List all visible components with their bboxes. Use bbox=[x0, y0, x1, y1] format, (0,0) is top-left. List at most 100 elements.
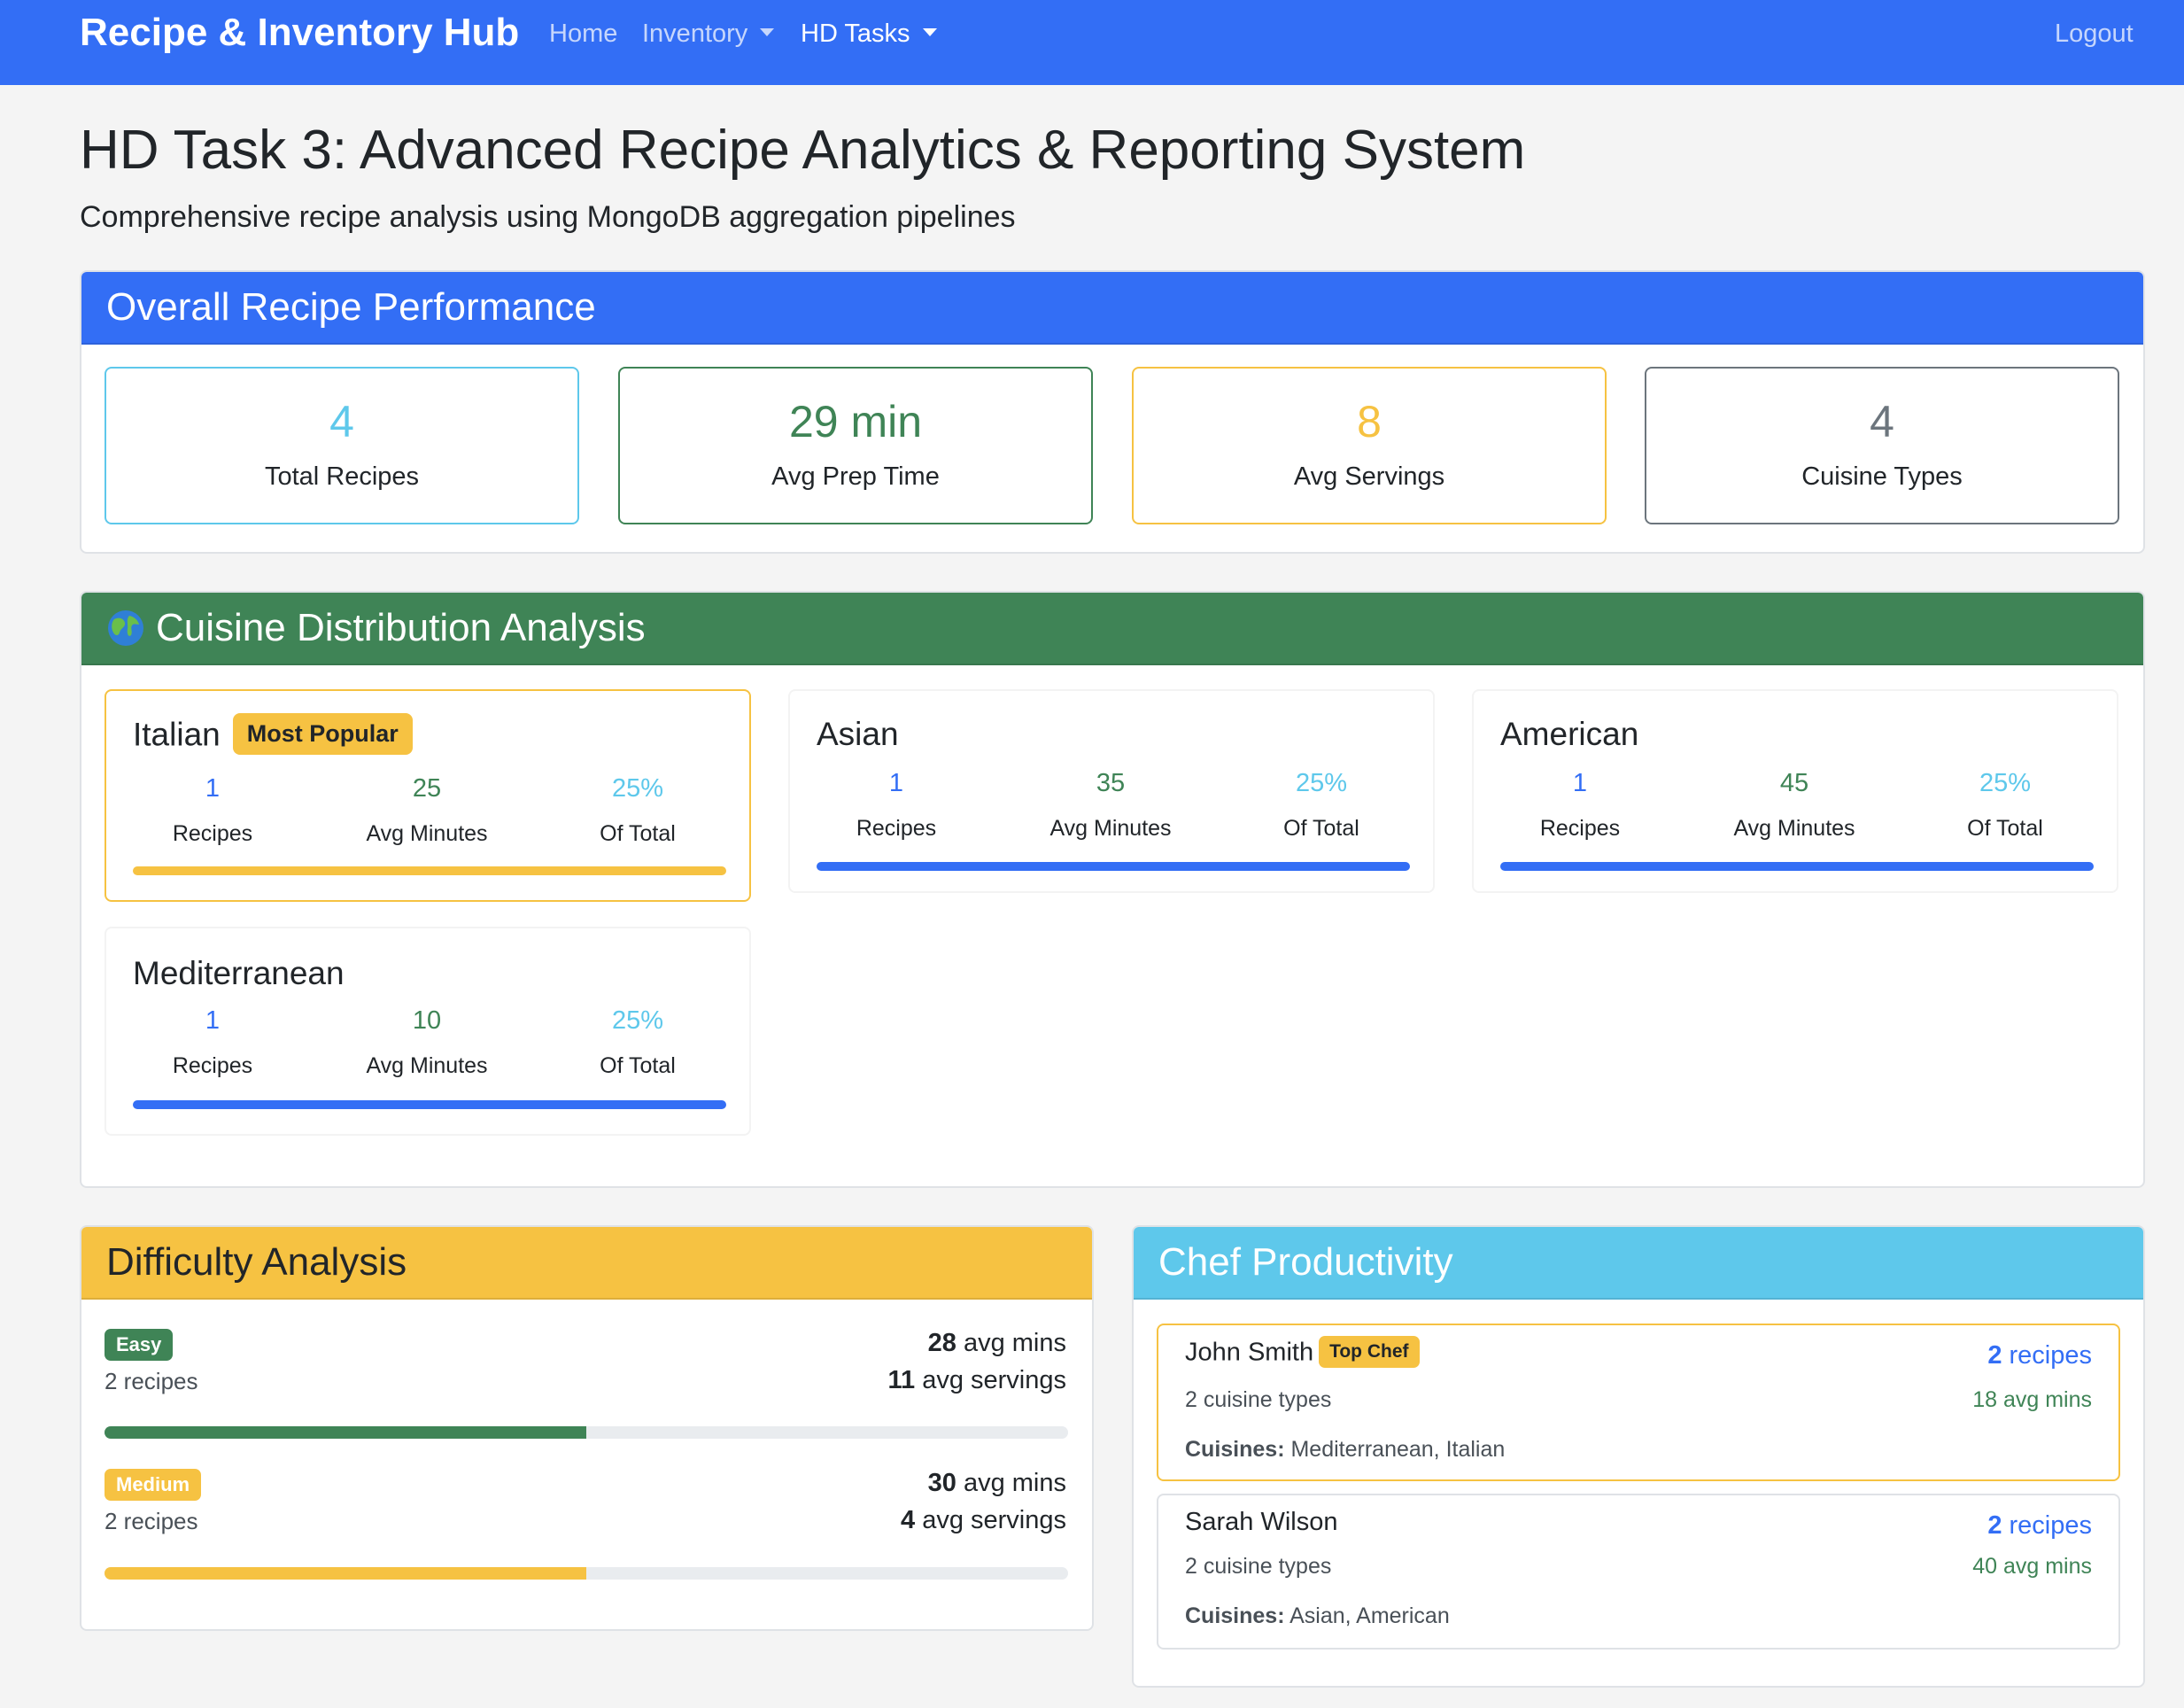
cuisine-total-stat: 25% Of Total bbox=[1215, 769, 1428, 842]
cuisine-card-asian: Asian 1 Recipes 35 Avg Minutes 25% Of To… bbox=[788, 689, 1435, 893]
nav-hd-tasks-dropdown[interactable]: HD Tasks bbox=[801, 19, 937, 49]
cuisine-recipes-value: 1 bbox=[205, 774, 221, 803]
cuisine-total-stat: 25% Of Total bbox=[531, 774, 744, 847]
cuisine-minutes-stat: 25 Avg Minutes bbox=[321, 774, 533, 847]
globe-icon bbox=[108, 610, 143, 646]
most-popular-badge: Most Popular bbox=[232, 713, 413, 755]
cuisine-minutes-value: 35 bbox=[1096, 769, 1126, 797]
difficulty-badge-medium: Medium bbox=[105, 1469, 202, 1501]
difficulty-avg-servings: 11 avg servings bbox=[887, 1366, 1066, 1395]
avg-mins-unit: avg mins bbox=[956, 1469, 1066, 1497]
difficulty-avg-servings: 4 avg servings bbox=[901, 1506, 1066, 1535]
cuisine-recipes-label: Recipes bbox=[1539, 816, 1621, 841]
stat-label: Avg Prep Time bbox=[771, 462, 940, 491]
stat-value: 4 bbox=[1870, 397, 1894, 446]
brand-link[interactable]: Recipe & Inventory Hub bbox=[80, 11, 519, 55]
difficulty-recipe-count: 2 recipes bbox=[105, 1508, 198, 1534]
cuisine-bar bbox=[817, 862, 1410, 871]
difficulty-recipe-count: 2 recipes bbox=[105, 1368, 198, 1394]
progress-fill bbox=[105, 1567, 586, 1580]
cuisine-recipes-stat: 1 Recipes bbox=[106, 1006, 319, 1079]
recipes-count: 2 bbox=[1987, 1341, 2002, 1370]
cuisines-label: Cuisines: bbox=[1185, 1437, 1285, 1462]
stat-avg-servings: 8 Avg Servings bbox=[1132, 367, 1607, 524]
cuisine-distribution-header: Cuisine Distribution Analysis bbox=[81, 593, 2143, 665]
cuisine-recipes-label: Recipes bbox=[172, 821, 253, 846]
avg-mins-value: 30 bbox=[927, 1469, 956, 1497]
cuisines-value: Asian, American bbox=[1284, 1603, 1450, 1628]
stat-cuisine-types: 4 Cuisine Types bbox=[1645, 367, 2119, 524]
nav-inventory-dropdown[interactable]: Inventory bbox=[642, 19, 775, 49]
cuisine-name: Mediterranean bbox=[133, 955, 345, 991]
logout-link[interactable]: Logout bbox=[2055, 19, 2134, 49]
stat-value: 29 min bbox=[788, 397, 923, 446]
avg-servings-value: 11 bbox=[887, 1366, 916, 1394]
cuisine-total-value: 25% bbox=[611, 1006, 664, 1035]
cuisine-recipes-label: Recipes bbox=[856, 816, 937, 841]
cuisine-minutes-label: Avg Minutes bbox=[1049, 816, 1172, 841]
cuisine-name: Italian bbox=[133, 716, 221, 753]
difficulty-progress-easy bbox=[105, 1426, 1068, 1439]
cuisine-total-label: Of Total bbox=[600, 1053, 676, 1078]
cuisine-minutes-stat: 10 Avg Minutes bbox=[321, 1006, 533, 1079]
cuisine-minutes-value: 45 bbox=[1779, 769, 1809, 797]
cuisine-minutes-value: 10 bbox=[412, 1006, 442, 1035]
cuisine-recipes-stat: 1 Recipes bbox=[106, 774, 319, 847]
cuisine-bar bbox=[133, 1100, 726, 1109]
chef-productivity-header: Chef Productivity bbox=[1134, 1227, 2143, 1300]
cuisine-recipes-stat: 1 Recipes bbox=[1474, 769, 1686, 842]
cuisine-minutes-stat: 45 Avg Minutes bbox=[1688, 769, 1901, 842]
recipes-unit: recipes bbox=[2002, 1341, 2093, 1370]
chef-avg-mins: 18 avg mins bbox=[1972, 1387, 2092, 1412]
progress-fill bbox=[105, 1426, 586, 1439]
chevron-down-icon bbox=[922, 27, 937, 36]
cuisine-total-label: Of Total bbox=[1283, 816, 1359, 841]
chef-cuisines: Cuisines: Mediterranean, Italian bbox=[1185, 1437, 1505, 1463]
recipes-count: 2 bbox=[1987, 1511, 2002, 1540]
stat-label: Cuisine Types bbox=[1801, 462, 1963, 491]
avg-mins-unit: avg mins bbox=[956, 1329, 1066, 1357]
cuisine-minutes-stat: 35 Avg Minutes bbox=[1004, 769, 1217, 842]
cuisine-distribution-title: Cuisine Distribution Analysis bbox=[156, 606, 646, 649]
cuisine-recipes-label: Recipes bbox=[172, 1053, 253, 1078]
chef-card-john-smith: John Smith Top Chef 2 cuisine types Cuisi… bbox=[1157, 1324, 2120, 1481]
difficulty-avg-mins: 30 avg mins bbox=[928, 1469, 1066, 1498]
page-title: HD Task 3: Advanced Recipe Analytics & R… bbox=[80, 120, 1526, 181]
chef-cuisine-types: 2 cuisine types bbox=[1185, 1387, 1332, 1412]
cuisines-value: Mediterranean, Italian bbox=[1284, 1437, 1506, 1462]
cuisine-name: American bbox=[1500, 716, 1639, 752]
difficulty-analysis-header: Difficulty Analysis bbox=[81, 1227, 1092, 1300]
chevron-down-icon bbox=[760, 27, 775, 36]
difficulty-badge-easy: Easy bbox=[105, 1329, 174, 1361]
stat-total-recipes: 4 Total Recipes bbox=[105, 367, 579, 524]
recipes-unit: recipes bbox=[2002, 1511, 2093, 1540]
top-chef-badge: Top Chef bbox=[1319, 1336, 1420, 1368]
cuisine-total-label: Of Total bbox=[1967, 816, 2043, 841]
cuisine-total-value: 25% bbox=[1979, 769, 2032, 797]
cuisine-recipes-value: 1 bbox=[205, 1006, 221, 1035]
chef-recipes: 2 recipes bbox=[1987, 1511, 2092, 1541]
difficulty-progress-medium bbox=[105, 1567, 1068, 1580]
page-subtitle: Comprehensive recipe analysis using Mong… bbox=[80, 200, 1016, 234]
stat-value: 8 bbox=[1357, 397, 1382, 446]
chef-cuisines: Cuisines: Asian, American bbox=[1185, 1603, 1450, 1629]
cuisine-total-value: 25% bbox=[611, 774, 664, 803]
nav-home[interactable]: Home bbox=[549, 19, 617, 49]
chef-name-row: John Smith Top Chef bbox=[1185, 1336, 1420, 1370]
cuisine-card-mediterranean: Mediterranean 1 Recipes 10 Avg Minutes 2… bbox=[105, 927, 751, 1136]
stat-label: Total Recipes bbox=[264, 462, 420, 491]
cuisine-total-stat: 25% Of Total bbox=[1899, 769, 2111, 842]
cuisine-minutes-label: Avg Minutes bbox=[366, 821, 488, 846]
cuisine-card-italian: Italian Most Popular 1 Recipes 25 Avg Min… bbox=[105, 689, 751, 902]
cuisine-name: Asian bbox=[817, 716, 899, 752]
cuisine-recipes-value: 1 bbox=[888, 769, 904, 797]
cuisine-minutes-label: Avg Minutes bbox=[366, 1053, 488, 1078]
avg-servings-value: 4 bbox=[901, 1506, 916, 1534]
cuisine-bar bbox=[133, 866, 726, 875]
chef-avg-mins: 40 avg mins bbox=[1972, 1554, 2092, 1579]
difficulty-avg-mins: 28 avg mins bbox=[928, 1329, 1066, 1358]
cuisine-name-row: Italian Most Popular bbox=[133, 713, 413, 757]
cuisine-total-value: 25% bbox=[1295, 769, 1348, 797]
cuisines-label: Cuisines: bbox=[1185, 1603, 1285, 1628]
avg-mins-value: 28 bbox=[927, 1329, 956, 1357]
